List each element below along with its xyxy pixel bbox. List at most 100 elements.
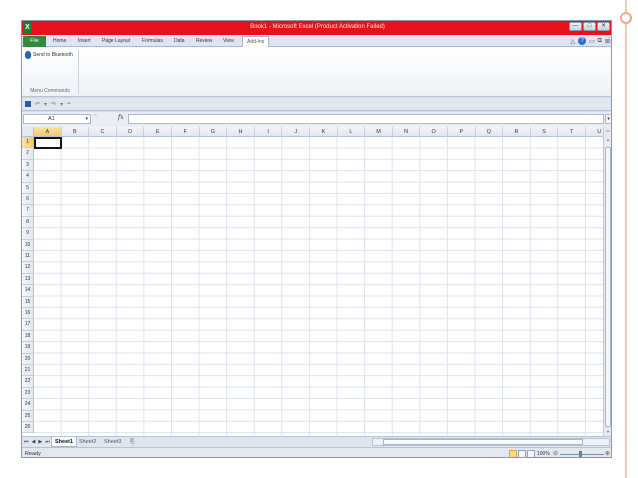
sheet-tab-2[interactable]: Sheet2	[76, 437, 99, 447]
row-header-16[interactable]: 16	[22, 308, 34, 320]
row-header-25[interactable]: 25	[22, 410, 34, 422]
column-header-c[interactable]: C	[89, 127, 117, 137]
row-header-14[interactable]: 14	[22, 285, 34, 297]
zoom-slider-handle[interactable]	[579, 451, 582, 457]
save-icon[interactable]	[25, 101, 31, 107]
row-header-2[interactable]: 2	[22, 148, 34, 160]
row-header-10[interactable]: 10	[22, 239, 34, 251]
prev-sheet-icon[interactable]: ◀	[32, 438, 36, 447]
customize-toolbar-icon[interactable]: ⩡	[67, 101, 70, 108]
page-break-view-button[interactable]	[527, 450, 535, 457]
row-header-20[interactable]: 20	[22, 353, 34, 365]
row-header-6[interactable]: 6	[22, 194, 34, 206]
tab-data[interactable]: Data	[174, 37, 185, 46]
tab-home[interactable]: Home	[53, 37, 66, 46]
cell-grid[interactable]	[34, 137, 604, 436]
window-close-icon[interactable]: ⊠	[605, 38, 610, 45]
maximize-button[interactable]: □	[583, 22, 596, 31]
column-header-a[interactable]: A	[34, 127, 62, 137]
next-sheet-icon[interactable]: ▶	[38, 438, 42, 447]
insert-function-button[interactable]: fx	[118, 114, 124, 121]
row-header-11[interactable]: 11	[22, 251, 34, 263]
close-button[interactable]: ✕	[597, 22, 610, 31]
column-header-s[interactable]: S	[530, 127, 559, 137]
row-header-3[interactable]: 3	[22, 159, 34, 172]
name-box[interactable]: A1 ▾	[23, 114, 91, 124]
column-header-l[interactable]: L	[337, 127, 366, 137]
vertical-scroll-thumb[interactable]	[605, 147, 611, 427]
vertical-scrollbar[interactable]: ▭ ▴ ▾	[603, 127, 611, 436]
scroll-down-icon[interactable]: ▾	[605, 429, 611, 435]
row-header-15[interactable]: 15	[22, 296, 34, 308]
tab-review[interactable]: Review	[196, 37, 212, 46]
active-cell-a1[interactable]	[34, 137, 62, 149]
undo-icon[interactable]: ↶	[35, 101, 40, 108]
column-header-d[interactable]: D	[116, 127, 145, 137]
scroll-up-icon[interactable]: ▴	[605, 137, 611, 143]
column-header-i[interactable]: I	[254, 127, 283, 137]
row-header-24[interactable]: 24	[22, 399, 34, 411]
normal-view-button[interactable]	[509, 450, 517, 457]
row-header-12[interactable]: 12	[22, 262, 34, 274]
tab-page-layout[interactable]: Page Layout	[102, 37, 130, 46]
sheet-tab-3[interactable]: Sheet3	[101, 437, 124, 447]
column-header-b[interactable]: B	[61, 127, 90, 137]
zoom-level[interactable]: 100%	[537, 450, 550, 457]
minimize-ribbon-icon[interactable]: △	[570, 38, 575, 45]
first-sheet-icon[interactable]: ⏮	[24, 438, 29, 447]
row-header-1[interactable]: 1	[22, 137, 34, 149]
column-header-o[interactable]: O	[420, 127, 448, 137]
row-header-7[interactable]: 7	[22, 205, 34, 217]
tab-add-ins[interactable]: Add-Ins	[242, 36, 270, 47]
redo-dropdown-icon[interactable]: ▾	[60, 101, 63, 108]
column-header-n[interactable]: N	[392, 127, 421, 137]
tab-file[interactable]: File	[23, 36, 46, 47]
column-header-h[interactable]: H	[227, 127, 255, 137]
row-header-19[interactable]: 19	[22, 342, 34, 354]
column-header-t[interactable]: T	[558, 127, 586, 137]
undo-dropdown-icon[interactable]: ▾	[44, 101, 47, 108]
tab-insert[interactable]: Insert	[78, 37, 91, 46]
select-all-corner[interactable]	[22, 127, 34, 137]
sheet-tab-1[interactable]: Sheet1	[51, 437, 78, 447]
minimize-button[interactable]: —	[569, 22, 582, 31]
column-header-k[interactable]: K	[310, 127, 338, 137]
last-sheet-icon[interactable]: ⏭	[45, 438, 50, 447]
row-header-8[interactable]: 8	[22, 216, 34, 229]
tab-formulas[interactable]: Formulas	[142, 37, 163, 46]
row-header-17[interactable]: 17	[22, 319, 34, 331]
name-box-dropdown-icon[interactable]: ▾	[85, 115, 88, 123]
redo-icon[interactable]: ↷	[51, 101, 56, 108]
row-header-5[interactable]: 5	[22, 182, 34, 194]
zoom-out-icon[interactable]: ⊖	[553, 450, 558, 457]
formula-input[interactable]	[128, 114, 604, 124]
zoom-in-icon[interactable]: ⊕	[605, 450, 610, 457]
column-header-p[interactable]: P	[448, 127, 476, 137]
row-header-26[interactable]: 26	[22, 422, 34, 434]
column-header-r[interactable]: R	[503, 127, 531, 137]
help-icon[interactable]: ?	[578, 37, 586, 45]
horizontal-scrollbar[interactable]	[372, 438, 610, 446]
column-header-m[interactable]: M	[365, 127, 393, 137]
window-minimize-icon[interactable]: ▭	[589, 38, 595, 45]
window-restore-icon[interactable]: ⧉	[598, 38, 602, 45]
horizontal-scroll-thumb[interactable]	[383, 439, 583, 445]
row-header-18[interactable]: 18	[22, 330, 34, 343]
tab-view[interactable]: View	[223, 37, 234, 46]
expand-formula-bar-icon[interactable]: ▾	[605, 114, 611, 124]
row-header-13[interactable]: 13	[22, 273, 34, 286]
zoom-slider[interactable]	[560, 454, 604, 455]
column-header-g[interactable]: G	[199, 127, 228, 137]
insert-sheet-icon[interactable]: ⎘	[127, 437, 137, 447]
split-box-icon[interactable]: ▭	[605, 128, 611, 134]
page-layout-view-button[interactable]	[518, 450, 526, 457]
column-header-e[interactable]: E	[144, 127, 172, 137]
send-to-bluetooth-button[interactable]: Send to Bluetooth	[25, 51, 73, 59]
column-header-f[interactable]: F	[172, 127, 200, 137]
row-header-22[interactable]: 22	[22, 376, 34, 388]
row-header-21[interactable]: 21	[22, 365, 34, 377]
row-header-23[interactable]: 23	[22, 387, 34, 400]
column-header-q[interactable]: Q	[475, 127, 504, 137]
row-header-9[interactable]: 9	[22, 228, 34, 240]
row-header-4[interactable]: 4	[22, 171, 34, 183]
